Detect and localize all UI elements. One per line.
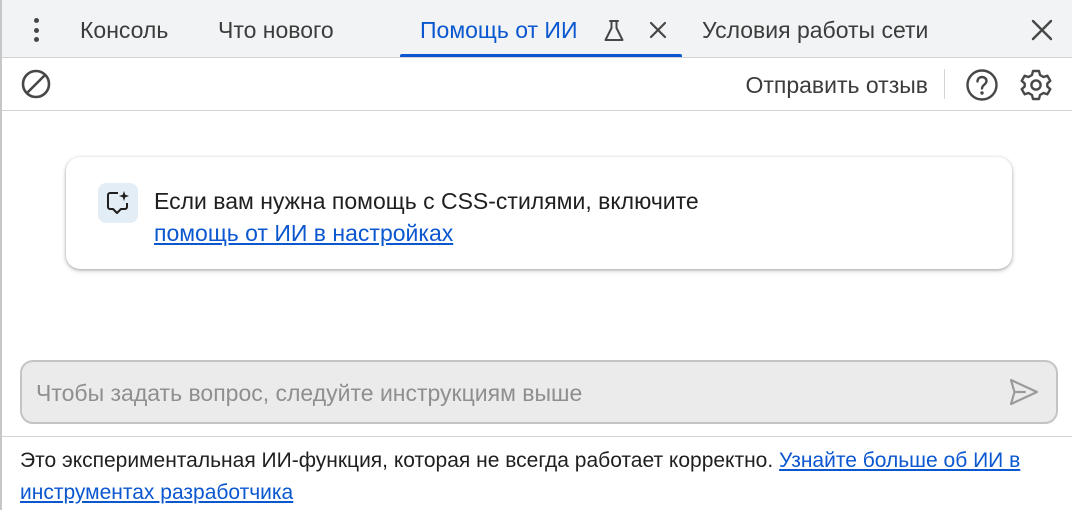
footer-disclaimer: Это экспериментальная ИИ-функция, котора…	[20, 445, 1060, 509]
clear-icon[interactable]	[20, 68, 52, 100]
tab-ai-assistance[interactable]: Помощь от ИИ	[420, 0, 578, 58]
active-tab-indicator	[400, 54, 682, 57]
prompt-input[interactable]	[34, 362, 998, 424]
more-vert-icon[interactable]	[24, 16, 48, 44]
prompt-box	[20, 360, 1058, 424]
gear-icon[interactable]	[1019, 68, 1053, 102]
settings-link[interactable]: помощь от ИИ в настройках	[154, 220, 453, 246]
help-icon[interactable]	[965, 68, 999, 102]
send-icon[interactable]	[1008, 377, 1040, 407]
devtools-panel: Консоль Что нового Помощь от ИИ Условия …	[0, 0, 1072, 510]
ai-disabled-card: Если вам нужна помощь с CSS-стилями, вкл…	[66, 157, 1012, 269]
card-message-text: Если вам нужна помощь с CSS-стилями, вкл…	[154, 188, 699, 214]
card-message: Если вам нужна помощь с CSS-стилями, вкл…	[154, 185, 699, 249]
tab-whats-new[interactable]: Что нового	[218, 0, 334, 58]
toolbar: Отправить отзыв	[2, 58, 1072, 111]
send-feedback-button[interactable]: Отправить отзыв	[745, 58, 928, 110]
tab-network-conditions[interactable]: Условия работы сети	[702, 0, 928, 58]
tab-console[interactable]: Консоль	[80, 0, 168, 58]
toolbar-divider	[944, 69, 945, 99]
footer: Это экспериментальная ИИ-функция, котора…	[2, 436, 1072, 510]
disclaimer-text: Это экспериментальная ИИ-функция, котора…	[20, 449, 780, 472]
flask-icon	[604, 20, 624, 41]
close-icon[interactable]	[648, 20, 668, 40]
tab-bar: Консоль Что нового Помощь от ИИ Условия …	[2, 0, 1072, 58]
close-panel-icon[interactable]	[1031, 19, 1053, 41]
spark-chat-icon	[98, 183, 138, 223]
